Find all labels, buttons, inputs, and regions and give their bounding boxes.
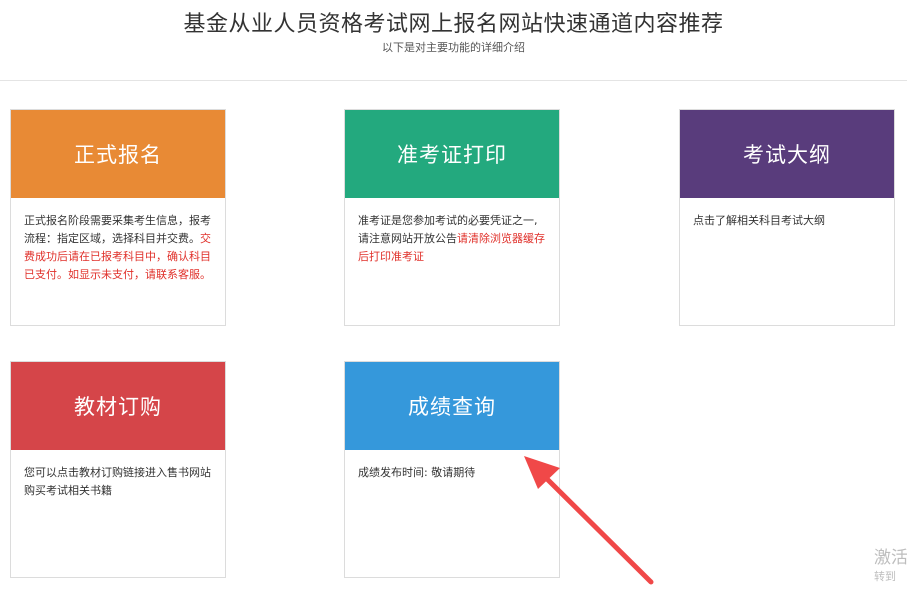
card-banner[interactable]: 正式报名 <box>11 110 225 198</box>
card-title: 成绩查询 <box>408 395 496 419</box>
card-exam-syllabus[interactable]: 考试大纲 点击了解相关科目考试大纲 <box>679 109 895 326</box>
card-textbook-order[interactable]: 教材订购 您可以点击教材订购链接进入售书网站购买考试相关书籍 <box>10 361 226 578</box>
page-subtitle: 以下是对主要功能的详细介绍 <box>382 41 525 54</box>
card-desc-text: 成绩发布时间: 敬请期待 <box>358 466 476 479</box>
card-title: 正式报名 <box>74 143 162 167</box>
page-title: 基金从业人员资格考试网上报名网站快速通道内容推荐 <box>183 12 724 37</box>
card-description: 成绩发布时间: 敬请期待 <box>345 450 559 482</box>
card-description: 您可以点击教材订购链接进入售书网站购买考试相关书籍 <box>11 450 225 500</box>
card-admission-ticket[interactable]: 准考证打印 准考证是您参加考试的必要凭证之一,请注意网站开放公告请清除浏览器缓存… <box>344 109 560 326</box>
card-desc-text: 您可以点击教材订购链接进入售书网站购买考试相关书籍 <box>24 466 211 497</box>
windows-activation-watermark: 激活 <box>874 548 907 568</box>
card-banner[interactable]: 考试大纲 <box>680 110 894 198</box>
card-title: 教材订购 <box>74 395 162 419</box>
card-desc-text: 正式报名阶段需要采集考生信息，报考流程：指定区域，选择科目并交费。 <box>24 214 211 245</box>
card-banner[interactable]: 成绩查询 <box>345 362 559 450</box>
card-score-query[interactable]: 成绩查询 成绩发布时间: 敬请期待 <box>344 361 560 578</box>
card-description: 准考证是您参加考试的必要凭证之一,请注意网站开放公告请清除浏览器缓存后打印准考证 <box>345 198 559 266</box>
windows-activation-watermark-sub: 转到 <box>874 570 896 583</box>
page-header: 基金从业人员资格考试网上报名网站快速通道内容推荐 以下是对主要功能的详细介绍 <box>0 0 907 81</box>
card-title: 准考证打印 <box>397 143 507 167</box>
card-description: 点击了解相关科目考试大纲 <box>680 198 894 230</box>
card-desc-text: 点击了解相关科目考试大纲 <box>693 214 825 227</box>
card-banner[interactable]: 教材订购 <box>11 362 225 450</box>
card-title: 考试大纲 <box>743 143 831 167</box>
card-formal-registration[interactable]: 正式报名 正式报名阶段需要采集考生信息，报考流程：指定区域，选择科目并交费。交费… <box>10 109 226 326</box>
card-description: 正式报名阶段需要采集考生信息，报考流程：指定区域，选择科目并交费。交费成功后请在… <box>11 198 225 284</box>
card-banner[interactable]: 准考证打印 <box>345 110 559 198</box>
